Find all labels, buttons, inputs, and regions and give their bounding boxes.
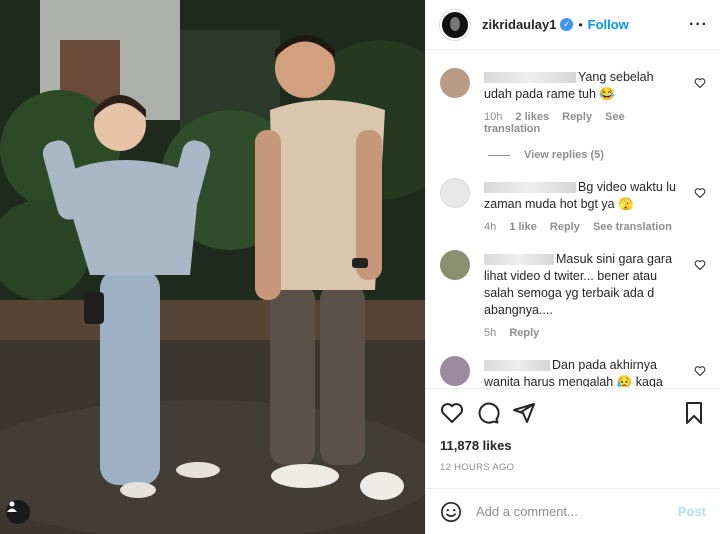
commenter-avatar[interactable] [440,178,470,208]
comment-item: Dan pada akhirnya wanita harus mengalah … [440,339,706,387]
comment-time[interactable]: 4h [484,221,496,233]
post-comment-button[interactable]: Post [678,504,706,519]
comment-meta: 5h Reply [484,327,684,339]
post-actions-bar [426,388,720,436]
comments-list[interactable]: Yang sebelah udah pada rame tuh 😂 10h 2 … [426,51,720,387]
comment-time[interactable]: 5h [484,327,496,339]
comment-meta: 10h 2 likes Reply See translation [484,111,684,135]
emoji-icon[interactable] [440,501,462,523]
avatar[interactable] [440,9,470,40]
comment-likes[interactable]: 2 likes [515,111,549,123]
follow-button[interactable]: Follow [588,17,629,32]
heart-icon[interactable] [440,401,464,425]
user-tag-button[interactable] [6,500,30,524]
commenter-avatar[interactable] [440,68,470,98]
add-comment-bar: Post [426,488,720,534]
view-replies-button[interactable]: View replies (5) [488,149,706,161]
comment-heart-icon[interactable] [694,77,706,89]
share-icon[interactable] [512,401,536,425]
commenter-name-blurred[interactable] [484,254,554,266]
see-translation-button[interactable]: See translation [484,111,625,135]
user-tag-icon [7,501,17,512]
reply-button[interactable]: Reply [509,327,539,339]
comment-time[interactable]: 10h [484,111,502,123]
comment-item: Masuk sini gara gara lihat video d twite… [440,233,706,339]
comment-item: Bg video waktu lu zaman muda hot bgt ya … [440,161,706,233]
username-link[interactable]: zikridaulay1 [482,17,556,32]
verified-icon: ✓ [560,18,574,31]
reply-button[interactable]: Reply [550,221,580,233]
post-photo[interactable] [0,0,425,534]
commenter-name-blurred[interactable] [484,360,550,372]
separator-dot: • [578,17,583,32]
comment-heart-icon[interactable] [694,187,706,199]
commenter-avatar[interactable] [440,250,470,280]
add-comment-input[interactable] [476,504,678,519]
post-side-panel: zikridaulay1 ✓ • Follow ··· Yang sebelah… [425,0,720,534]
comment-icon[interactable] [476,401,500,425]
comment-meta: 4h 1 like Reply See translation [484,221,684,233]
commenter-name-blurred[interactable] [484,72,576,84]
commenter-avatar[interactable] [440,356,470,386]
comment-item: Yang sebelah udah pada rame tuh 😂 10h 2 … [440,51,706,135]
comment-heart-icon[interactable] [694,365,706,377]
comment-likes[interactable]: 1 like [509,221,537,233]
bookmark-icon[interactable] [682,401,706,425]
comment-heart-icon[interactable] [694,259,706,271]
photo-scene [0,0,425,534]
post-header: zikridaulay1 ✓ • Follow ··· [426,0,720,50]
likes-count[interactable]: 11,878 likes [440,438,512,453]
reply-button[interactable]: Reply [562,111,592,123]
more-options-button[interactable]: ··· [689,16,708,34]
see-translation-button[interactable]: See translation [593,221,672,233]
post-timestamp[interactable]: 12 HOURS AGO [440,462,514,473]
commenter-name-blurred[interactable] [484,182,576,194]
